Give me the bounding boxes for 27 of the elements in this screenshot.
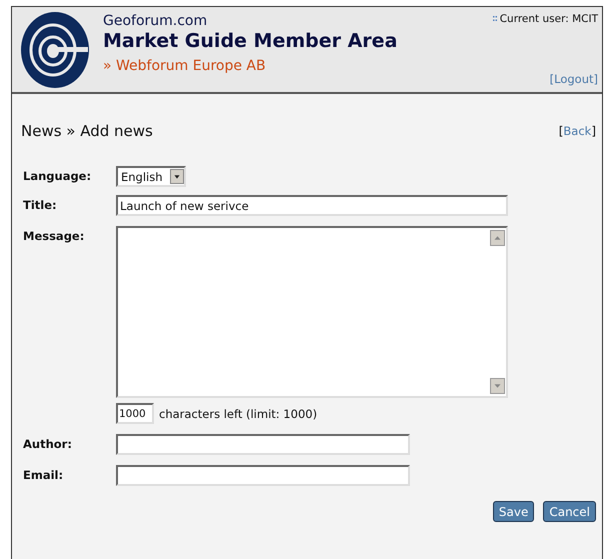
counter-field[interactable]: 1000 [116, 403, 154, 424]
field-label: Title: [23, 197, 58, 212]
save-button[interactable]: Save [492, 501, 534, 522]
language-select[interactable]: English [116, 166, 186, 187]
bracket: [ [558, 124, 564, 138]
message-field[interactable] [116, 226, 508, 398]
back-link[interactable]: Back [563, 124, 592, 138]
field-label: Author: [23, 436, 73, 451]
dots-icon [492, 16, 497, 22]
logo-icon [20, 10, 90, 88]
email-field[interactable] [116, 465, 410, 486]
scroll-up-button[interactable] [490, 230, 505, 246]
bracket: ] [591, 124, 596, 138]
author-field[interactable] [116, 434, 410, 455]
company-name: » Webforum Europe AB [103, 58, 267, 74]
scroll-down-button[interactable] [490, 378, 505, 394]
page-title: Market Guide Member Area [103, 30, 398, 52]
breadcrumb: News » Add news [21, 122, 153, 140]
site-name: Geoforum.com [103, 13, 208, 29]
field-label: Message: [23, 228, 86, 243]
title-field[interactable]: Launch of new serivce [116, 195, 508, 216]
counter-text: characters left (limit: 1000) [159, 406, 318, 421]
cancel-button[interactable]: Cancel [543, 501, 596, 522]
current-user: Current user: MCIT [500, 13, 598, 25]
logout-link[interactable]: [Logout] [550, 72, 598, 86]
field-label: Language: [23, 168, 92, 183]
field-label: Email: [23, 467, 64, 482]
